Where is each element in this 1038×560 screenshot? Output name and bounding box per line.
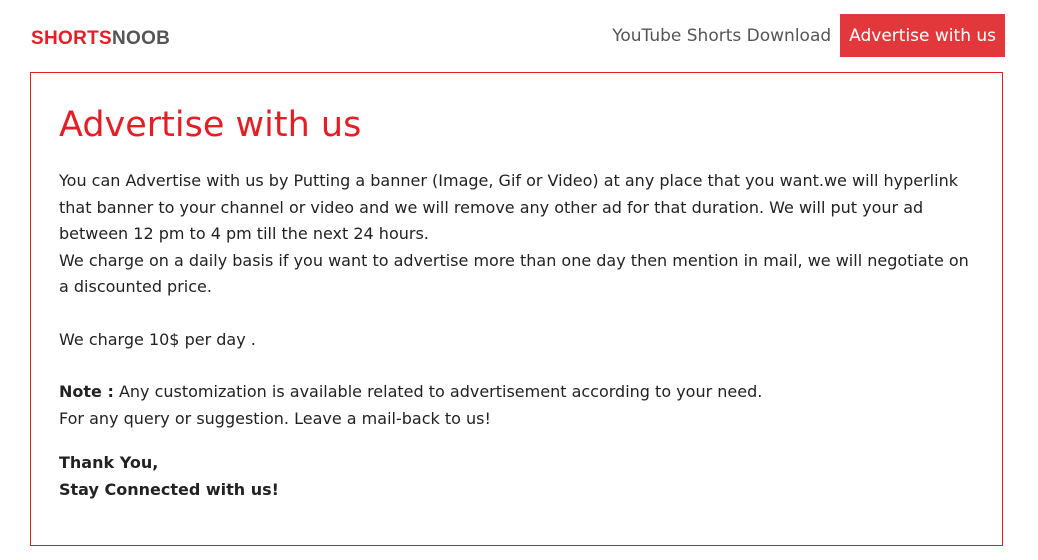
intro-paragraph: You can Advertise with us by Putting a b… [59, 171, 958, 243]
stay-connected-line: Stay Connected with us! [59, 479, 279, 499]
advertise-body: You can Advertise with us by Putting a b… [59, 168, 979, 503]
note-label: Note : [59, 382, 114, 401]
logo-shorts-text: SHORTS [31, 28, 112, 49]
query-line: For any query or suggestion. Leave a mai… [59, 408, 491, 428]
page-title: Advertise with us [59, 105, 362, 145]
note-text: Any customization is available related t… [113, 382, 763, 401]
nav-youtube-shorts-download[interactable]: YouTube Shorts Download [603, 14, 840, 57]
pricing-paragraph: We charge on a daily basis if you want t… [59, 250, 969, 297]
advertise-content-card: Advertise with us You can Advertise with… [30, 72, 1003, 546]
nav-advertise-with-us[interactable]: Advertise with us [840, 14, 1005, 57]
site-header: SHORTSNOOB YouTube Shorts Download Adver… [0, 0, 1038, 72]
site-logo[interactable]: SHORTSNOOB [31, 28, 170, 50]
note-line: Note : Any customization is available re… [59, 379, 979, 406]
main-nav: YouTube Shorts Download Advertise with u… [603, 14, 1005, 57]
logo-noob-text: NOOB [111, 28, 171, 49]
price-line: We charge 10$ per day . [59, 329, 256, 349]
thanks-line: Thank You, [59, 453, 159, 472]
